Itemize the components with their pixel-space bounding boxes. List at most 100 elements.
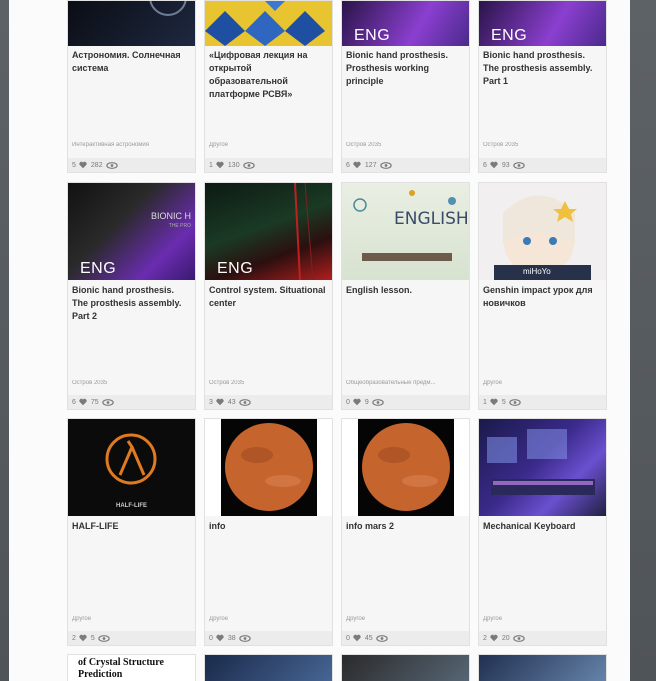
likes-count: 6 [72,398,76,406]
course-card[interactable]: Mechanical Keyboard Другое 2 20 [478,418,607,646]
views-count: 38 [227,634,236,642]
eye-icon [509,398,521,406]
card-title: info mars 2 [346,521,395,531]
course-card[interactable]: HALF-LIFE HALF-LIFE Другое 2 5 [67,418,196,646]
card-stats: 2 20 [479,631,606,645]
likes-count: 6 [483,161,487,169]
heart-icon [216,398,224,406]
heart-icon [216,161,224,169]
eng-badge: ENG [354,27,391,44]
card-title: HALF-LIFE [72,521,119,531]
card-stats: 5 282 [68,158,195,172]
thumb-caption: ENGLISH [394,209,469,229]
likes-count: 5 [72,161,76,169]
course-card[interactable]: Астрономия. Солнечная система Интерактив… [67,0,196,173]
course-card[interactable]: info Другое 0 38 [204,418,333,646]
card-title: Bionic hand prosthesis. Prosthesis worki… [346,50,449,86]
eye-icon [238,398,251,406]
views-count: 5 [90,634,95,642]
eye-icon [512,161,525,169]
card-stats: 0 38 [205,631,332,645]
likes-count: 1 [483,398,487,406]
course-card[interactable]: ENG Bionic hand prosthesis. Prosthesis w… [341,0,470,173]
card-thumbnail [479,419,606,516]
thumb-caption: of Crystal Structure Prediction [78,657,164,680]
heart-icon [79,161,87,169]
eye-icon [512,634,525,642]
card-thumbnail [68,1,195,46]
card-stats: 3 43 [205,395,332,409]
eye-icon [375,634,388,642]
views-count: 9 [364,398,369,406]
card-title: Bionic hand prosthesis. The prosthesis a… [72,285,182,321]
thumb-subcaption: THE PRO [168,223,191,229]
course-card[interactable]: of Crystal Structure Prediction [67,654,196,681]
likes-count: 2 [72,634,76,642]
views-count: 127 [364,161,377,169]
card-thumbnail: ENG [342,1,469,46]
card-category: Другое [483,380,503,386]
card-title: Bionic hand prosthesis. The prosthesis a… [483,50,593,86]
course-card[interactable]: ENG Control system. Situational center О… [204,182,333,410]
heart-icon [353,161,361,169]
card-stats: 2 5 [68,631,195,645]
heart-icon [490,398,498,406]
card-title: «Цифровая лекция на открытой образовател… [209,50,308,99]
card-thumbnail: HALF-LIFE [68,419,195,516]
card-thumbnail [205,655,332,681]
eye-icon [98,634,110,642]
card-category: Остров 2035 [346,142,382,148]
course-card[interactable]: ENGLISH English lesson. Общеобразователь… [341,182,470,410]
card-category: Другое [346,616,366,622]
heart-icon [353,398,361,406]
card-thumbnail [205,1,332,46]
card-thumbnail [342,655,469,681]
course-card[interactable]: BIONIC H THE PRO ENG Bionic hand prosthe… [67,182,196,410]
course-card[interactable]: info mars 2 Другое 0 45 [341,418,470,646]
card-title: English lesson. [346,285,413,295]
course-card[interactable] [341,654,470,681]
card-thumbnail: ENG [479,1,606,46]
card-title: Control system. Situational center [209,285,326,308]
card-title: info [209,521,226,531]
card-thumbnail: ENGLISH [342,183,469,280]
likes-count: 6 [346,161,350,169]
likes-count: 1 [209,161,213,169]
eye-icon [379,161,392,169]
heart-icon [353,634,361,642]
likes-count: 0 [209,634,213,642]
course-card[interactable] [204,654,333,681]
course-card[interactable]: ENG Bionic hand prosthesis. The prosthes… [478,0,607,173]
card-thumbnail [342,419,469,516]
card-stats: 6 127 [342,158,469,172]
likes-count: 3 [209,398,213,406]
views-count: 75 [90,398,99,406]
card-thumbnail: miHoYo [479,183,606,280]
heart-icon [79,634,87,642]
views-count: 282 [90,161,103,169]
eng-badge: ENG [80,260,117,277]
card-thumbnail: BIONIC H THE PRO ENG [68,183,195,280]
card-category: Другое [209,142,229,148]
card-thumbnail [479,655,606,681]
eye-icon [372,398,384,406]
card-category: Интерактивная астрономия [72,142,149,148]
views-count: 5 [501,398,506,406]
card-category: Общеобразовательные предм... [346,380,436,386]
course-card[interactable]: miHoYo Genshin impact урок для новичков … [478,182,607,410]
thumb-caption: BIONIC H [150,211,191,221]
views-count: 20 [501,634,510,642]
card-stats: 0 9 [342,395,469,409]
card-thumbnail [205,419,332,516]
card-stats: 1 130 [205,158,332,172]
eye-icon [101,398,114,406]
eye-icon [238,634,251,642]
likes-count: 0 [346,398,350,406]
eye-icon [105,161,118,169]
card-category: Остров 2035 [72,380,108,386]
thumb-caption: miHoYo [523,267,551,276]
likes-count: 0 [346,634,350,642]
course-card[interactable] [478,654,607,681]
course-card[interactable]: «Цифровая лекция на открытой образовател… [204,0,333,173]
heart-icon [216,634,224,642]
